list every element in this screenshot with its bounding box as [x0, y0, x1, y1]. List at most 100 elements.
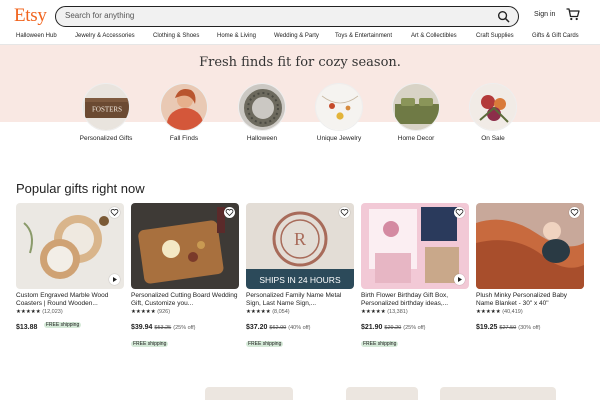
- price-row: $13.88 FREE shipping: [16, 316, 124, 334]
- product-rating: ★★★★★ (13,381): [361, 309, 469, 315]
- free-shipping-badge: FREE shipping: [361, 340, 399, 347]
- hero-item-on-sale[interactable]: On Sale: [458, 83, 528, 143]
- free-shipping-badge: FREE shipping: [43, 321, 82, 328]
- original-price: $62.00: [269, 325, 287, 331]
- product-price: $19.25: [476, 324, 498, 331]
- category-toys[interactable]: Toys & Entertainment: [335, 33, 392, 39]
- product-image[interactable]: [476, 203, 584, 289]
- rating-stars: ★★★★★: [131, 309, 156, 315]
- product-price: $21.90: [361, 324, 383, 331]
- product-image[interactable]: [16, 203, 124, 289]
- category-halloween-hub[interactable]: Halloween Hub: [16, 33, 57, 39]
- original-price: $53.25: [154, 325, 172, 331]
- sign-in-link[interactable]: Sign in: [534, 11, 555, 18]
- rating-stars: ★★★★★: [16, 309, 41, 315]
- favorite-heart-icon[interactable]: [109, 207, 120, 218]
- favorite-heart-icon[interactable]: [569, 207, 580, 218]
- rating-count: (926): [157, 309, 171, 315]
- etsy-logo[interactable]: Etsy: [14, 5, 47, 27]
- hero-item-label: On Sale: [481, 135, 505, 142]
- favorite-heart-icon[interactable]: [224, 207, 235, 218]
- category-jewelry[interactable]: Jewelry & Accessories: [75, 33, 135, 39]
- product-title[interactable]: Plush Minky Personalized Baby Name Blank…: [476, 292, 584, 308]
- product-price: $13.88: [16, 324, 38, 331]
- product-image[interactable]: [361, 203, 469, 289]
- product-price: $39.94: [131, 324, 153, 331]
- video-play-icon[interactable]: [454, 274, 465, 285]
- halloween-wreath-image: [238, 83, 286, 131]
- category-nav: Halloween Hub Jewelry & Accessories Clot…: [0, 32, 600, 45]
- video-play-icon[interactable]: [109, 274, 120, 285]
- product-image[interactable]: R SHIPS IN 24 HOURS: [246, 203, 354, 289]
- category-wedding-party[interactable]: Wedding & Party: [274, 33, 319, 39]
- product-card[interactable]: Personalized Cutting Board Wedding Gift,…: [131, 203, 239, 353]
- product-rating: ★★★★★ (8,054): [246, 309, 354, 315]
- hero-title: Fresh finds fit for cozy season.: [199, 55, 401, 70]
- favorite-heart-icon[interactable]: [339, 207, 350, 218]
- cart-icon[interactable]: [566, 8, 580, 21]
- product-title[interactable]: Custom Engraved Marble Wood Coasters | R…: [16, 292, 124, 308]
- hero-item-label: Personalized Gifts: [79, 135, 133, 142]
- jewelry-image: [315, 83, 363, 131]
- next-section-card-peek[interactable]: [440, 387, 556, 400]
- shipping-row: FREE shipping: [361, 335, 469, 353]
- search-input[interactable]: Search for anything: [55, 6, 519, 27]
- next-section-card-peek[interactable]: [205, 387, 293, 400]
- product-price: $37.20: [246, 324, 268, 331]
- search-placeholder: Search for anything: [65, 11, 135, 20]
- product-card[interactable]: Plush Minky Personalized Baby Name Blank…: [476, 203, 584, 334]
- hero-item-label: Unique Jewelry: [316, 135, 362, 142]
- product-card[interactable]: R SHIPS IN 24 HOURS Personalized Family …: [246, 203, 354, 353]
- fall-finds-image: [160, 83, 208, 131]
- rating-count: (12,023): [42, 309, 63, 315]
- price-row: $39.94 $53.25 (25% off): [131, 316, 239, 334]
- rating-count: (8,054): [272, 309, 290, 315]
- discount-percent: (25% off): [403, 325, 426, 331]
- hero-item-personalized-gifts[interactable]: FOSTERS Personalized Gifts: [71, 83, 141, 143]
- ships-24-hours-overlay: SHIPS IN 24 HOURS: [259, 275, 341, 285]
- fosters-sign-text: FOSTERS: [92, 106, 122, 114]
- original-price: $29.20: [384, 325, 402, 331]
- svg-text:R: R: [294, 229, 306, 249]
- popular-section-title: Popular gifts right now: [16, 181, 145, 196]
- hero-item-unique-jewelry[interactable]: Unique Jewelry: [304, 83, 374, 143]
- category-craft-supplies[interactable]: Craft Supplies: [476, 33, 514, 39]
- rating-stars: ★★★★★: [361, 309, 386, 315]
- hero-item-home-decor[interactable]: Home Decor: [381, 83, 451, 143]
- rating-count: (40,419): [502, 309, 523, 315]
- free-shipping-badge: FREE shipping: [131, 340, 169, 347]
- rating-stars: ★★★★★: [246, 309, 271, 315]
- hero-item-label: Home Decor: [397, 135, 435, 142]
- discount-percent: (40% off): [288, 325, 311, 331]
- price-row: $19.25 $27.50 (30% off): [476, 316, 584, 334]
- category-clothing[interactable]: Clothing & Shoes: [153, 33, 199, 39]
- product-title[interactable]: Personalized Cutting Board Wedding Gift,…: [131, 292, 239, 308]
- search-icon[interactable]: [497, 10, 510, 23]
- rating-count: (13,381): [387, 309, 408, 315]
- personalized-gifts-image: FOSTERS: [82, 83, 130, 131]
- discount-percent: (30% off): [518, 325, 541, 331]
- product-rating: ★★★★★ (40,419): [476, 309, 584, 315]
- product-title[interactable]: Personalized Family Name Metal Sign, Las…: [246, 292, 354, 308]
- hero-item-label: Halloween: [246, 135, 278, 142]
- hero-item-halloween[interactable]: Halloween: [227, 83, 297, 143]
- on-sale-image: [469, 83, 517, 131]
- free-shipping-badge: FREE shipping: [246, 340, 284, 347]
- price-row: $37.20 $62.00 (40% off): [246, 316, 354, 334]
- product-card[interactable]: Custom Engraved Marble Wood Coasters | R…: [16, 203, 124, 334]
- hero-item-fall-finds[interactable]: Fall Finds: [149, 83, 219, 143]
- category-art[interactable]: Art & Collectibles: [411, 33, 457, 39]
- category-gifts[interactable]: Gifts & Gift Cards: [532, 33, 579, 39]
- product-image[interactable]: [131, 203, 239, 289]
- header: Etsy Search for anything Sign in: [0, 0, 600, 32]
- product-rating: ★★★★★ (12,023): [16, 309, 124, 315]
- home-decor-image: [392, 83, 440, 131]
- rating-stars: ★★★★★: [476, 309, 501, 315]
- product-card[interactable]: Birth Flower Birthday Gift Box, Personal…: [361, 203, 469, 353]
- category-home-living[interactable]: Home & Living: [217, 33, 256, 39]
- next-section-card-peek[interactable]: [346, 387, 418, 400]
- product-title[interactable]: Birth Flower Birthday Gift Box, Personal…: [361, 292, 469, 308]
- original-price: $27.50: [499, 325, 517, 331]
- favorite-heart-icon[interactable]: [454, 207, 465, 218]
- hero-item-label: Fall Finds: [169, 135, 199, 142]
